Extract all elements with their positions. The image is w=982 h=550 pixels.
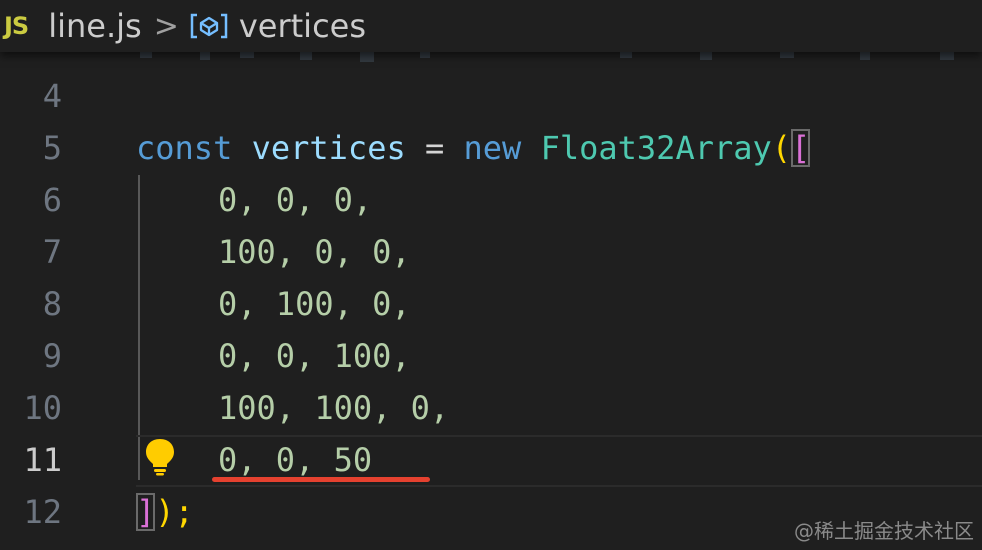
code-text: 0, 0, 100, — [218, 337, 411, 375]
code-line[interactable]: 7 100, 0, 0, — [0, 226, 982, 278]
lightbulb-icon[interactable] — [142, 436, 178, 476]
code-text: 0, 100, 0, — [218, 285, 411, 323]
code-line[interactable]: 9 0, 0, 100, — [0, 330, 982, 382]
line-number: 10 — [23, 389, 62, 427]
watermark: @稀土掘金技术社区 — [794, 519, 974, 543]
open-paren: ( — [771, 129, 792, 167]
code-text: ]); — [136, 486, 194, 538]
breadcrumb: JS line.js > vertices — [0, 0, 982, 52]
breadcrumb-file[interactable]: line.js — [48, 7, 141, 45]
code-line[interactable]: 4 — [0, 70, 982, 122]
keyword-new: new — [463, 129, 522, 167]
code-text: 100, 100, 0, — [218, 389, 450, 427]
code-line[interactable]: 5 const vertices = new Float32Array([ — [0, 122, 982, 174]
code-editor[interactable]: 4 5 const vertices = new Float32Array([ … — [0, 70, 982, 550]
keyword-const: const — [136, 129, 233, 167]
javascript-file-icon: JS — [4, 12, 29, 40]
close-paren-semicolon: ); — [155, 493, 194, 531]
code-line[interactable]: 8 0, 100, 0, — [0, 278, 982, 330]
operator-assign: = — [424, 129, 445, 167]
close-bracket-match: ] — [136, 493, 156, 531]
code-text: 100, 0, 0, — [218, 233, 411, 271]
line-number: 4 — [42, 77, 62, 115]
line-number: 8 — [42, 285, 62, 323]
code-text: 0, 0, 0, — [218, 181, 373, 219]
line-number: 12 — [23, 493, 62, 531]
breadcrumb-separator: > — [153, 8, 179, 44]
variable-icon — [190, 13, 228, 39]
identifier-vertices: vertices — [251, 129, 406, 167]
open-bracket-match: [ — [791, 129, 811, 167]
line-number: 7 — [42, 233, 62, 271]
code-line[interactable]: 6 0, 0, 0, — [0, 174, 982, 226]
code-text: const vertices = new Float32Array([ — [136, 122, 811, 174]
red-underline-annotation — [212, 477, 430, 482]
line-number-active: 11 — [23, 441, 62, 479]
line-number: 6 — [42, 181, 62, 219]
class-float32array: Float32Array — [540, 129, 772, 167]
line-number: 9 — [42, 337, 62, 375]
code-line[interactable]: 10 100, 100, 0, — [0, 382, 982, 434]
line-number: 5 — [42, 129, 62, 167]
breadcrumb-symbol[interactable]: vertices — [239, 7, 366, 45]
